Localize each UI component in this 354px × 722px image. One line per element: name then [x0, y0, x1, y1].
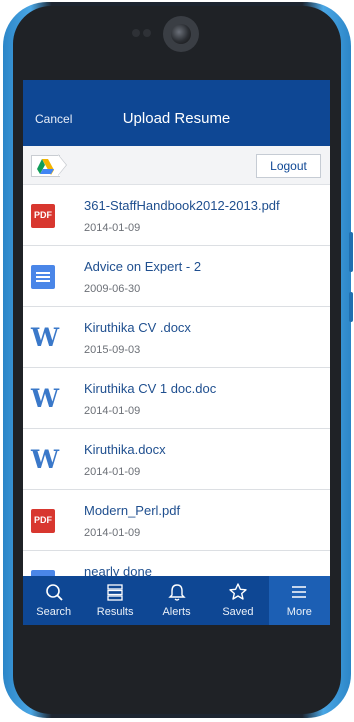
file-row[interactable]: W Kiruthika CV 1 doc.doc 2014-01-09 [23, 368, 330, 429]
google-drive-icon [37, 159, 54, 175]
google-doc-icon [31, 265, 55, 289]
app-header: Cancel Upload Resume [23, 80, 330, 146]
file-name: Kiruthika.docx [84, 442, 166, 457]
power-button [349, 292, 353, 322]
proximity-sensor [132, 29, 140, 37]
results-icon [107, 584, 123, 601]
logout-button[interactable]: Logout [256, 154, 321, 178]
tab-label: Alerts [162, 606, 191, 618]
light-sensor [143, 29, 151, 37]
tab-saved[interactable]: Saved [207, 576, 268, 625]
pdf-icon: PDF [31, 204, 55, 228]
file-date: 2014-01-09 [84, 466, 141, 478]
file-date: 2009-06-30 [84, 283, 141, 295]
file-row[interactable]: PDF Modern_Perl.pdf 2014-01-09 [23, 490, 330, 551]
page-title: Upload Resume [122, 110, 231, 127]
file-row[interactable]: W Kiruthika CV .docx 2015-09-03 [23, 307, 330, 368]
tab-label: Results [96, 606, 134, 618]
tab-alerts[interactable]: Alerts [146, 576, 207, 625]
bell-icon [167, 584, 186, 601]
star-icon [229, 583, 247, 600]
word-icon: W [31, 445, 60, 474]
tab-label: Search [36, 606, 72, 618]
breadcrumb[interactable] [31, 155, 60, 177]
drive-toolbar: Logout [23, 146, 330, 185]
search-icon [45, 584, 63, 601]
bottom-nav: Search Results Alerts Saved More [23, 576, 330, 625]
app-screen: Cancel Upload Resume Logout PDF 361-Staff… [23, 80, 330, 625]
word-icon: W [31, 384, 60, 413]
tab-more[interactable]: More [268, 576, 330, 625]
file-list: PDF 361-StaffHandbook2012-2013.pdf 2014-01… [23, 185, 330, 612]
volume-button [349, 232, 353, 272]
file-name: 361-StaffHandbook2012-2013.pdf [84, 198, 280, 213]
file-row[interactable]: Advice on Expert - 2 2009-06-30 [23, 246, 330, 307]
file-date: 2014-01-09 [84, 222, 141, 234]
file-name: Kiruthika CV 1 doc.doc [84, 381, 217, 396]
file-name: Modern_Perl.pdf [84, 503, 181, 518]
breadcrumb-arrow-fill [58, 155, 66, 175]
menu-icon [292, 586, 307, 598]
pdf-icon: PDF [31, 509, 55, 533]
file-date: 2014-01-09 [84, 405, 141, 417]
file-date: 2014-01-09 [84, 527, 141, 539]
file-row[interactable]: W Kiruthika.docx 2014-01-09 [23, 429, 330, 490]
tab-label: More [286, 606, 312, 618]
file-date: 2015-09-03 [84, 344, 141, 356]
word-icon: W [31, 323, 60, 352]
file-name: Kiruthika CV .docx [84, 320, 191, 335]
tab-search[interactable]: Search [23, 576, 84, 625]
tab-results[interactable]: Results [84, 576, 145, 625]
file-name: Advice on Expert - 2 [84, 259, 202, 274]
file-row[interactable]: PDF 361-StaffHandbook2012-2013.pdf 2014-01… [23, 185, 330, 246]
front-camera [163, 16, 199, 52]
camera-lens [171, 24, 191, 44]
tab-label: Saved [222, 606, 254, 618]
